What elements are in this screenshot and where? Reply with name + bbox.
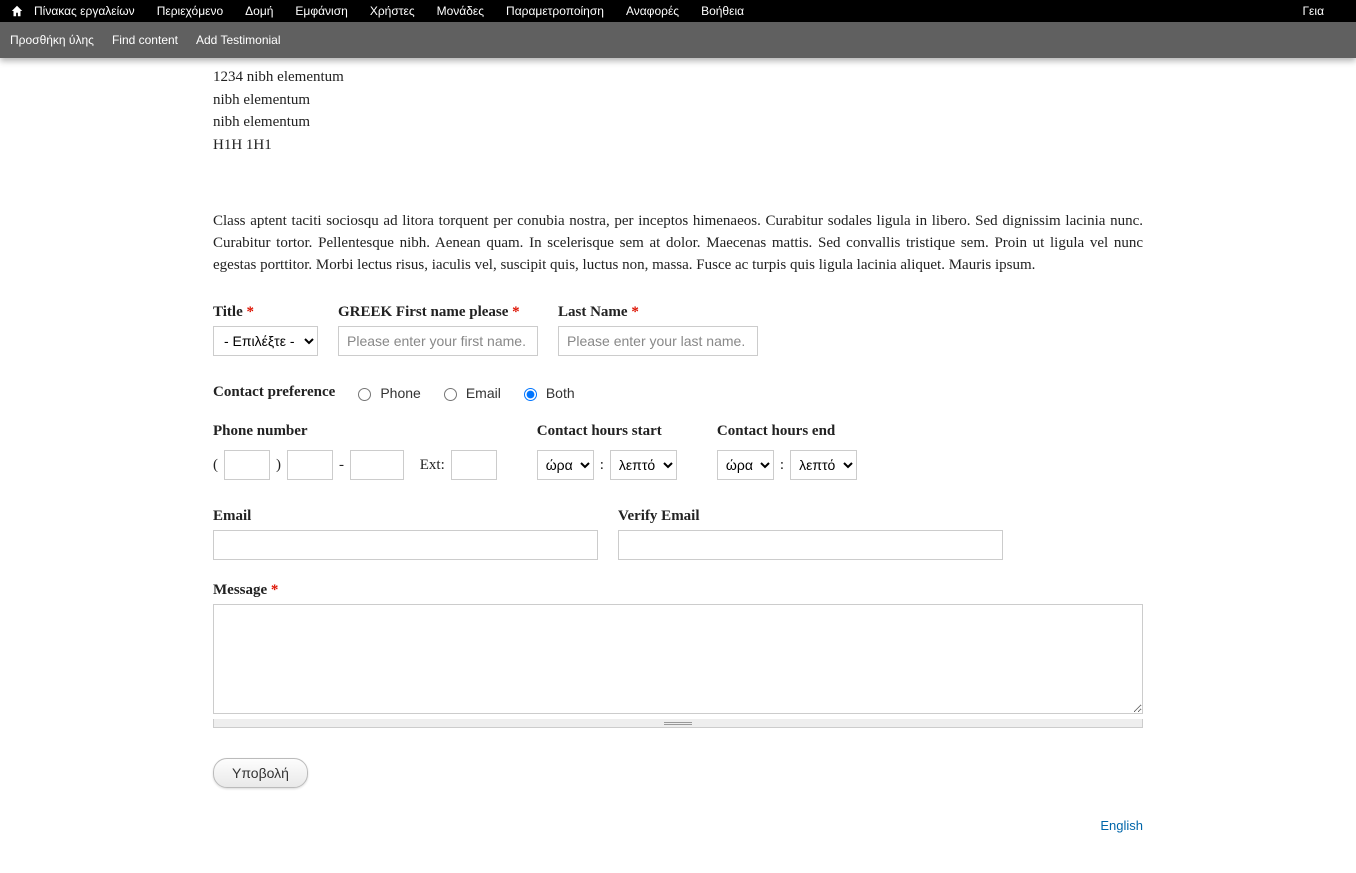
radio-phone[interactable]: Phone: [353, 385, 420, 401]
email-input[interactable]: [213, 530, 598, 560]
hours-end-minute[interactable]: λεπτό: [790, 450, 857, 480]
hours-start-minute[interactable]: λεπτό: [610, 450, 677, 480]
topbar-modules[interactable]: Μονάδες: [437, 4, 484, 18]
radio-email[interactable]: Email: [439, 385, 501, 401]
lastname-input[interactable]: [558, 326, 758, 356]
hours-start-label: Contact hours start: [537, 423, 677, 440]
subbar-add-content[interactable]: Προσθήκη ύλης: [10, 33, 94, 47]
firstname-label: GREEK First name please *: [338, 304, 538, 321]
topbar-people[interactable]: Χρήστες: [370, 4, 415, 18]
hours-end-label: Contact hours end: [717, 423, 857, 440]
paren-open: (: [213, 457, 218, 474]
subbar-find-content[interactable]: Find content: [112, 33, 178, 47]
topbar-configuration[interactable]: Παραμετροποίηση: [506, 4, 604, 18]
firstname-input[interactable]: [338, 326, 538, 356]
home-icon[interactable]: [10, 4, 24, 18]
radio-both-input[interactable]: [524, 388, 537, 401]
radio-email-input[interactable]: [444, 388, 457, 401]
language-switch-english[interactable]: English: [1100, 818, 1143, 833]
submit-button[interactable]: Υποβολή: [213, 758, 308, 788]
address-line: 1234 nibh elementum: [213, 66, 1143, 89]
address-line: nibh elementum: [213, 89, 1143, 112]
radio-both[interactable]: Both: [519, 385, 575, 401]
subbar-add-testimonial[interactable]: Add Testimonial: [196, 33, 281, 47]
address-line: H1H 1H1: [213, 134, 1143, 157]
hours-start-hour[interactable]: ώρα: [537, 450, 594, 480]
time-colon: :: [600, 457, 604, 474]
topbar-help[interactable]: Βοήθεια: [701, 4, 744, 18]
message-textarea[interactable]: [213, 604, 1143, 714]
title-label: Title *: [213, 304, 318, 321]
topbar-content[interactable]: Περιεχόμενο: [157, 4, 223, 18]
topbar-hello[interactable]: Γεια: [1302, 4, 1324, 18]
phone-line[interactable]: [350, 450, 404, 480]
phone-label: Phone number: [213, 423, 497, 440]
phone-area[interactable]: [224, 450, 270, 480]
page-content: 1234 nibh elementum nibh elementum nibh …: [213, 58, 1143, 873]
topbar-reports[interactable]: Αναφορές: [626, 4, 679, 18]
phone-dash: -: [339, 457, 344, 474]
address-block: 1234 nibh elementum nibh elementum nibh …: [213, 66, 1143, 156]
time-colon: :: [780, 457, 784, 474]
radio-phone-input[interactable]: [358, 388, 371, 401]
topbar-appearance[interactable]: Εμφάνιση: [295, 4, 347, 18]
paren-close: ): [276, 457, 281, 474]
textarea-grippie[interactable]: [213, 719, 1143, 728]
email-label: Email: [213, 508, 598, 525]
contact-pref-label: Contact preference: [213, 384, 335, 401]
address-line: nibh elementum: [213, 111, 1143, 134]
phone-prefix[interactable]: [287, 450, 333, 480]
verify-email-input[interactable]: [618, 530, 1003, 560]
admin-subbar: Προσθήκη ύλης Find content Add Testimoni…: [0, 22, 1356, 58]
lastname-label: Last Name *: [558, 304, 758, 321]
admin-topbar: Πίνακας εργαλείων Περιεχόμενο Δομή Εμφάν…: [0, 0, 1356, 22]
title-select[interactable]: - Επιλέξτε -: [213, 326, 318, 356]
phone-ext[interactable]: [451, 450, 497, 480]
ext-label: Ext:: [420, 457, 445, 474]
topbar-structure[interactable]: Δομή: [245, 4, 273, 18]
message-label: Message *: [213, 582, 1143, 599]
intro-paragraph: Class aptent taciti sociosqu ad litora t…: [213, 211, 1143, 276]
verify-email-label: Verify Email: [618, 508, 1003, 525]
topbar-dashboard[interactable]: Πίνακας εργαλείων: [34, 4, 135, 18]
hours-end-hour[interactable]: ώρα: [717, 450, 774, 480]
